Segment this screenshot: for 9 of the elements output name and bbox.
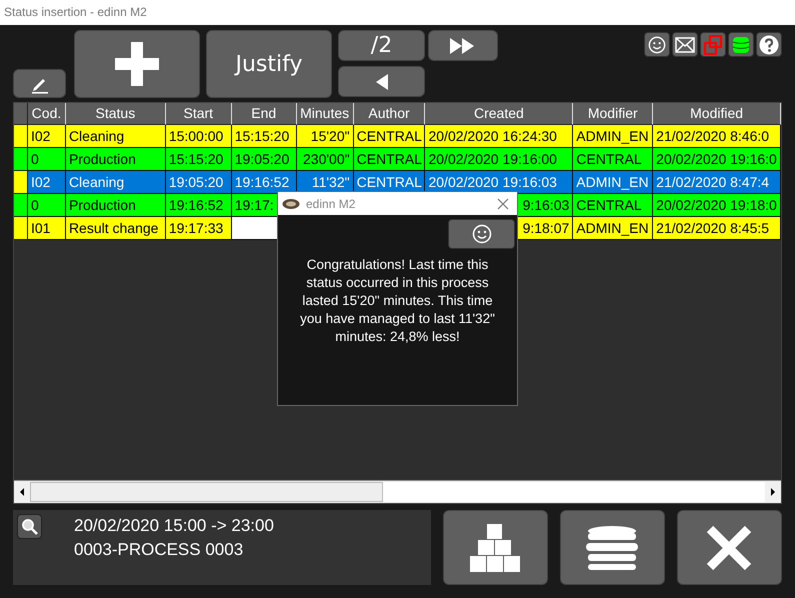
table-cell: 21/02/2020 8:45:5: [653, 217, 781, 240]
table-cell: I01: [28, 217, 66, 240]
table-cell: Result change: [66, 217, 166, 240]
period-text: 20/02/2020 15:00 -> 23:00: [74, 515, 274, 537]
process-text: 0003-PROCESS 0003: [74, 539, 244, 561]
dialog-title: edinn M2: [306, 196, 356, 210]
dialog-message: Congratulations! Last time this status occurred in this process lasted 15'20" minutes. This time you have managed to last 11'32" minutes: 24,8% less!: [299, 256, 496, 346]
window-title: Status insertion - edinn M2: [0, 0, 795, 25]
table-cell: ADMIN_EN: [573, 217, 654, 240]
